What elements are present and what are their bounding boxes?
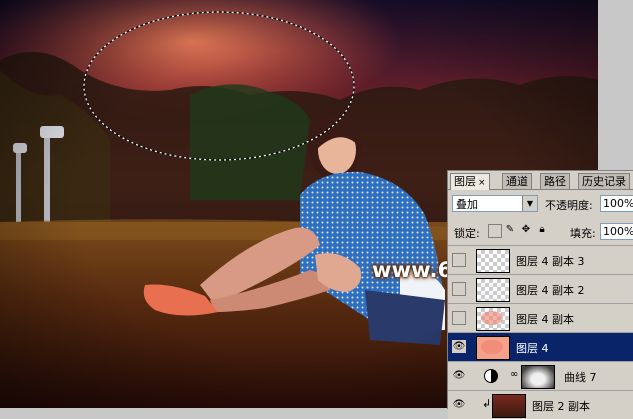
chevron-down-icon[interactable]: ▼ (522, 196, 537, 211)
tab-label: 通道 (506, 175, 528, 188)
close-icon[interactable]: × (478, 178, 486, 188)
opacity-label: 不透明度: (545, 199, 593, 212)
layer-name: 曲线 7 (564, 371, 597, 384)
visibility-toggle[interactable] (452, 311, 466, 325)
panel-tabs: 图层 × 通道 路径 历史记录 (448, 171, 633, 190)
layer-thumbnail (492, 394, 526, 418)
layers-panel: 图层 × 通道 路径 历史记录 叠加 ▼ 不透明度: 100% 锁定: ✎ ✥ 🔒︎… (447, 170, 633, 419)
layer-thumbnail (476, 278, 510, 302)
brush-icon[interactable]: ✎ (504, 224, 516, 236)
eye-icon[interactable]: 👁︎ (452, 398, 466, 411)
layer-name: 图层 4 副本 3 (516, 255, 585, 268)
layer-thumbnail (476, 307, 510, 331)
fill-label: 填充: (570, 227, 596, 240)
visibility-toggle[interactable] (452, 282, 466, 296)
clip-arrow-icon: ↲ (482, 397, 492, 410)
tab-label: 历史记录 (582, 175, 626, 188)
tab-paths[interactable]: 路径 (540, 173, 570, 189)
tab-channels[interactable]: 通道 (502, 173, 532, 189)
opacity-field[interactable]: 100% (600, 195, 633, 212)
layer-thumbnail (476, 249, 510, 273)
layer-row-selected[interactable]: 👁︎ 图层 4 (448, 332, 633, 361)
layer-thumbnail (476, 336, 510, 360)
lock-label: 锁定: (454, 227, 480, 240)
blend-row: 叠加 ▼ 不透明度: 100% (448, 193, 633, 215)
layer-list: 图层 4 副本 3 图层 4 副本 2 图层 4 副本 👁︎ 图层 4 👁︎ ∞… (448, 245, 633, 419)
link-icon: ∞ (510, 369, 519, 380)
tab-layers[interactable]: 图层 × (450, 173, 490, 190)
layer-row[interactable]: 图层 4 副本 3 (448, 245, 633, 274)
visibility-toggle[interactable] (452, 253, 466, 267)
tab-label: 图层 (454, 175, 476, 188)
layer-name: 图层 2 副本 (532, 400, 590, 413)
layer-row[interactable]: 👁︎ ↲ 图层 2 副本 (448, 390, 633, 419)
lock-row: 锁定: ✎ ✥ 🔒︎ 填充: 100% (448, 221, 633, 243)
layer-name: 图层 4 副本 2 (516, 284, 585, 297)
layer-mask-thumbnail (521, 365, 555, 389)
lock-icon[interactable]: 🔒︎ (536, 224, 548, 236)
layer-name: 图层 4 (516, 342, 549, 355)
blend-mode-select[interactable]: 叠加 ▼ (452, 195, 538, 212)
blend-mode-value: 叠加 (456, 198, 478, 211)
tab-label: 路径 (544, 175, 566, 188)
layer-row[interactable]: 图层 4 副本 (448, 303, 633, 332)
move-icon[interactable]: ✥ (520, 224, 532, 236)
lock-transparency-icon[interactable] (488, 224, 502, 238)
thumbnail-content (481, 340, 503, 354)
eye-icon[interactable]: 👁︎ (452, 369, 466, 382)
layer-name: 图层 4 副本 (516, 313, 574, 326)
adjustment-layer-icon (484, 369, 498, 383)
fill-field[interactable]: 100% (600, 223, 633, 240)
eye-icon[interactable]: 👁︎ (452, 340, 466, 353)
tab-history[interactable]: 历史记录 (578, 173, 630, 189)
layer-row[interactable]: 👁︎ ∞ 曲线 7 (448, 361, 633, 390)
thumbnail-content (481, 311, 503, 325)
layer-row[interactable]: 图层 4 副本 2 (448, 274, 633, 303)
